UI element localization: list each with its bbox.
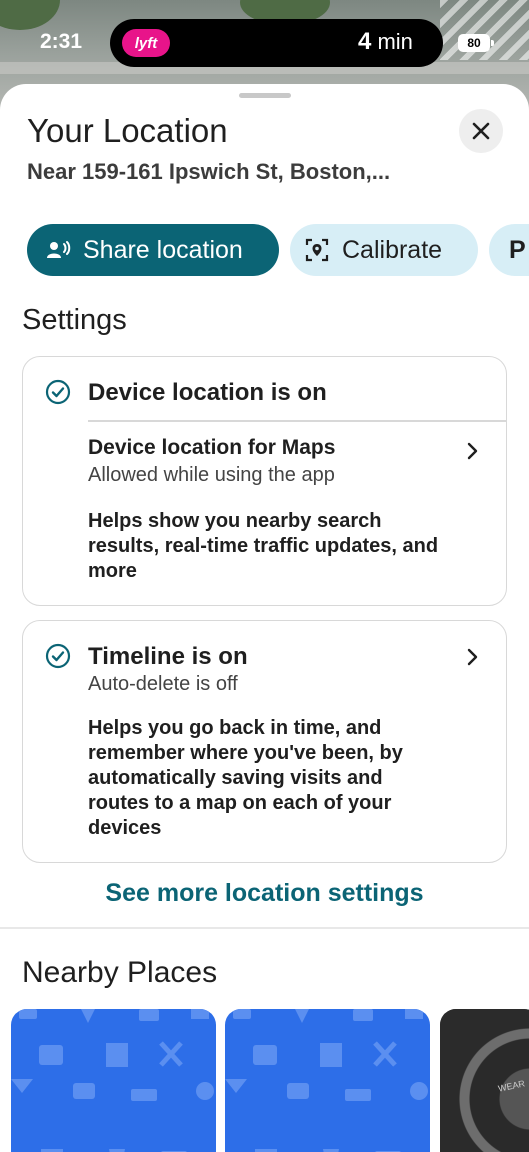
more-chip-button[interactable]: P [489,224,529,276]
close-icon [472,122,490,140]
timeline-description: Helps you go back in time, and remember … [88,717,403,839]
nearby-place-photo-card[interactable]: WEAR [440,1009,529,1152]
location-sheet: Your Location Near 159-161 Ipswich St, B… [0,84,529,1152]
calibrate-label: Calibrate [342,235,443,264]
eta-unit: min [371,29,413,54]
sheet-title: Your Location [27,112,228,149]
map-tree [0,0,60,30]
timeline-sub: Auto-delete is off [88,673,238,695]
device-location-title: Device location is on [88,379,327,406]
share-location-label: Share location [83,235,243,264]
place-placeholder-pattern-icon [11,1009,214,1152]
close-button[interactable] [459,109,503,153]
timeline-card[interactable]: Timeline is on Auto-delete is off Helps … [22,620,507,863]
share-location-icon [47,241,71,258]
chevron-right-icon [467,648,478,666]
device-location-description: Helps show you nearby search results, re… [88,510,439,582]
chevron-right-icon [467,442,478,460]
calibrate-icon [305,238,329,262]
nearby-places-heading: Nearby Places [22,956,218,989]
nearby-place-card[interactable] [225,1009,430,1152]
nearby-place-card[interactable] [11,1009,216,1152]
see-more-location-settings-link[interactable]: See more location settings [0,879,529,908]
device-location-card: Device location is on Device location fo… [22,356,507,606]
status-time: 2:31 [40,30,83,53]
calibrate-button[interactable]: Calibrate [290,224,478,276]
section-divider [0,927,529,929]
sheet-drag-handle[interactable] [239,93,291,98]
settings-heading: Settings [22,304,127,336]
eta-value: 4 [358,28,372,55]
lyft-eta[interactable]: 4 min [358,28,413,56]
more-chip-label: P [509,235,526,264]
device-location-maps-row[interactable]: Device location for Maps Allowed while u… [23,421,506,491]
device-location-maps-title: Device location for Maps [88,436,336,459]
check-circle-icon [45,643,71,669]
location-address: Near 159-161 Ipswich St, Boston,... [27,159,391,184]
share-location-button[interactable]: Share location [27,224,279,276]
device-location-maps-sub: Allowed while using the app [88,464,335,486]
lyft-badge[interactable]: lyft [122,29,170,57]
check-circle-icon [45,379,71,405]
place-placeholder-pattern-icon [225,1009,428,1152]
battery-indicator: 80 [458,34,494,52]
timeline-title: Timeline is on [88,643,248,670]
